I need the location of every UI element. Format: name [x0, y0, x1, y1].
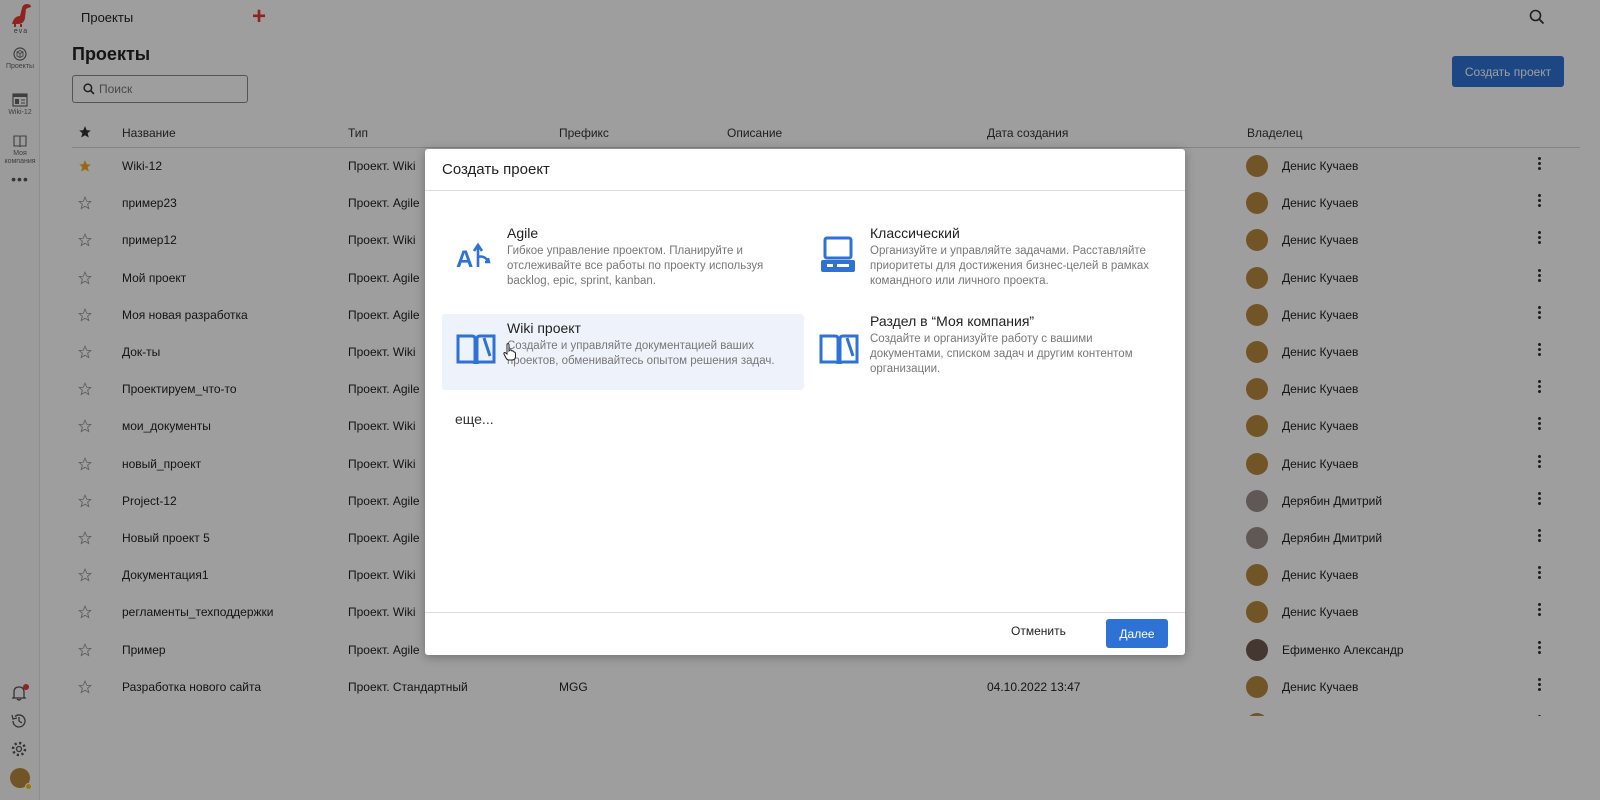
svg-text:A: A: [456, 246, 473, 273]
option-title: Wiki проект: [507, 320, 581, 336]
option-agile[interactable]: A Agile Гибкое управление проектом. План…: [442, 219, 804, 295]
dialog-header: Создать проект: [425, 149, 1185, 191]
option-title: Классический: [870, 225, 960, 241]
open-book-icon: [456, 334, 496, 365]
option-title: Agile: [507, 225, 539, 241]
open-book-icon: [819, 334, 859, 365]
option-company-section[interactable]: Раздел в “Моя компания” Создайте и орган…: [805, 313, 1167, 390]
computer-icon: [821, 236, 855, 272]
option-description: Создайте и организуйте работу с вашими д…: [870, 333, 1133, 375]
cancel-button[interactable]: Отменить: [1011, 624, 1066, 638]
option-classic[interactable]: Классический Организуйте и управляйте за…: [805, 219, 1167, 295]
dialog-title: Создать проект: [442, 161, 550, 178]
create-project-dialog: Создать проект A Agile Гибкое управление…: [425, 149, 1185, 655]
dialog-footer: Отменить Далее: [425, 612, 1185, 655]
more-templates-link[interactable]: еще...: [455, 411, 494, 427]
option-title: Раздел в “Моя компания”: [870, 313, 1035, 329]
option-wiki[interactable]: Wiki проект Создайте и управляйте докуме…: [442, 314, 804, 390]
hand-cursor-icon: [503, 343, 516, 361]
agile-icon: A: [456, 242, 491, 273]
option-description: Создайте и управляйте документацией ваши…: [507, 340, 775, 367]
option-description: Организуйте и управляйте задачами. Расст…: [870, 245, 1150, 287]
next-button[interactable]: Далее: [1106, 619, 1168, 648]
option-description: Гибкое управление проектом. Планируйте и…: [507, 245, 764, 287]
